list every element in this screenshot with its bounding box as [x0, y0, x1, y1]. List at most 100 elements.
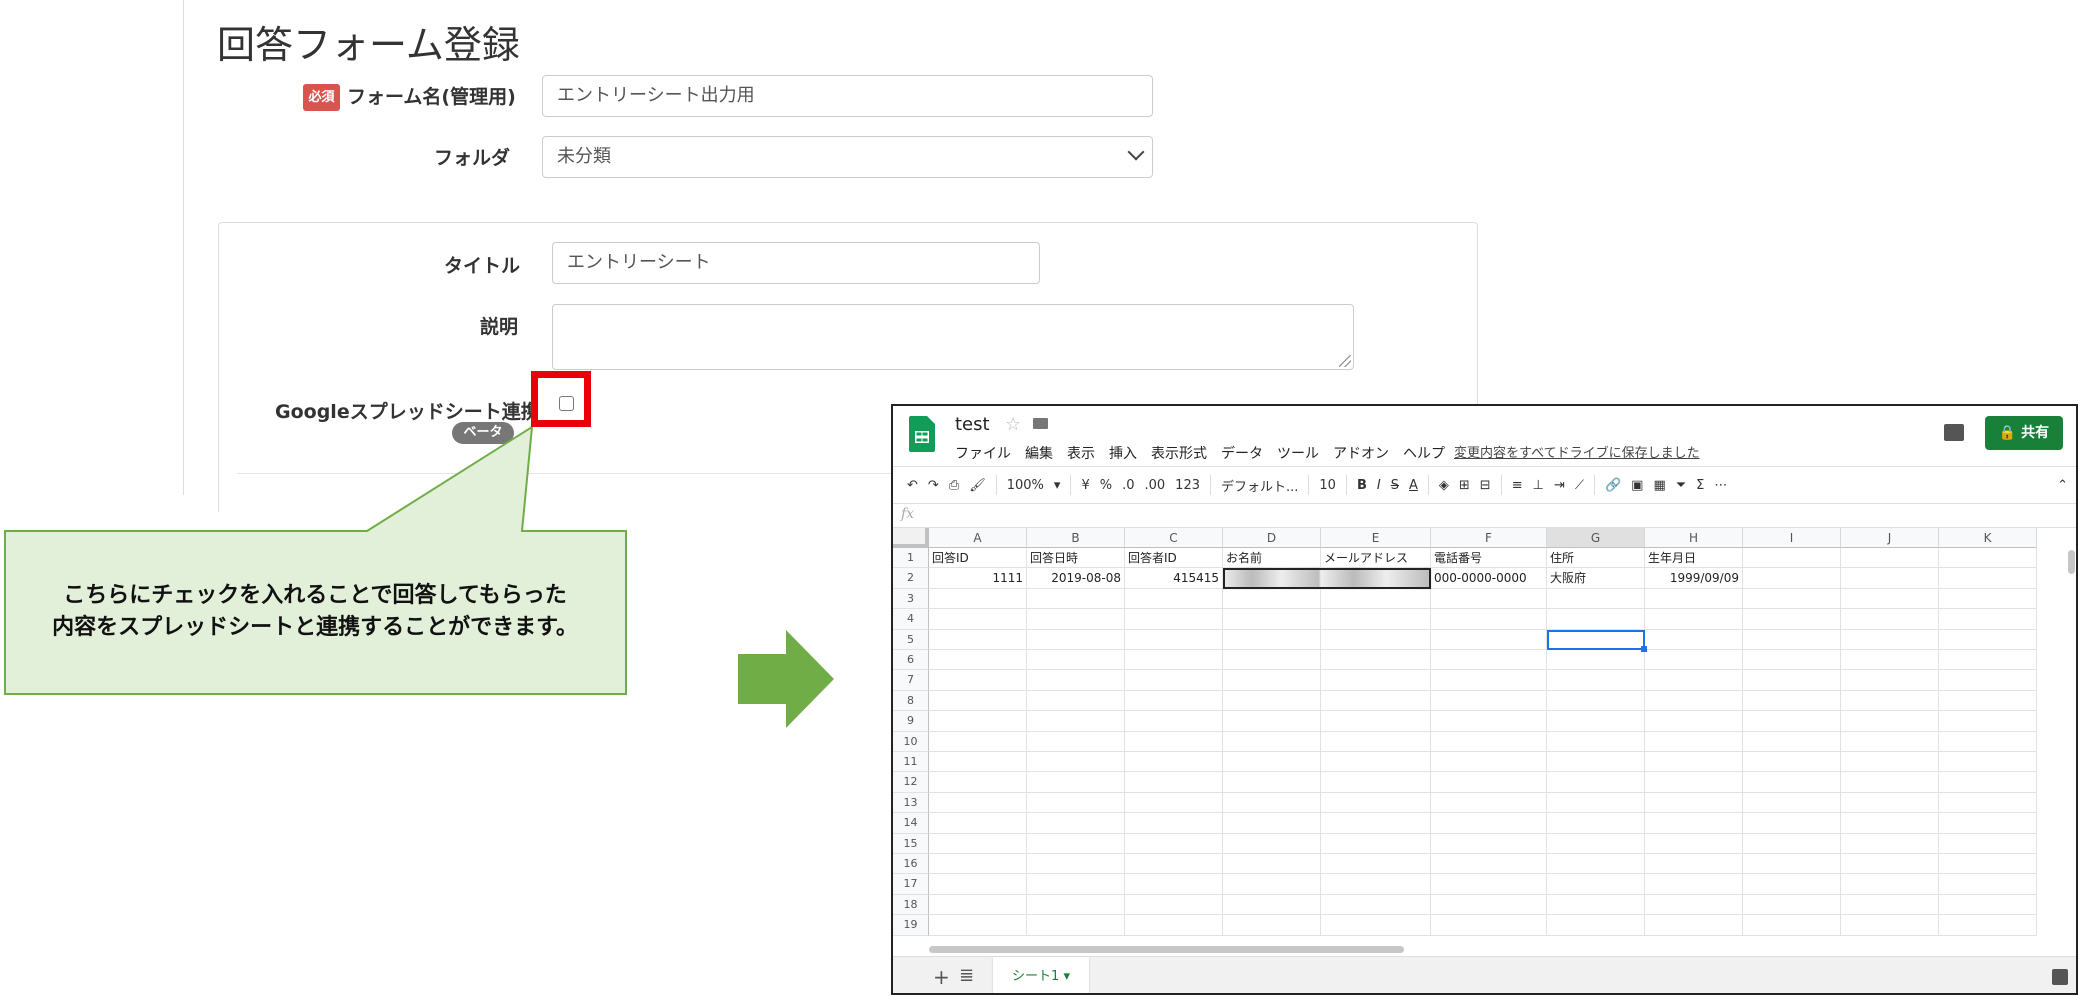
table-cell[interactable]: 生年月日	[1645, 548, 1743, 569]
table-cell[interactable]	[929, 650, 1027, 671]
table-cell[interactable]	[1321, 915, 1431, 936]
table-cell[interactable]	[1939, 874, 2037, 895]
table-cell[interactable]	[1645, 670, 1743, 691]
menu-edit[interactable]: 編集	[1025, 443, 1053, 463]
row-header[interactable]: 12	[893, 772, 929, 793]
table-cell[interactable]	[1645, 731, 1743, 752]
table-cell[interactable]	[929, 792, 1027, 814]
table-cell[interactable]	[1939, 629, 2037, 650]
table-cell[interactable]	[1223, 833, 1321, 854]
table-cell[interactable]	[1547, 792, 1645, 814]
font-select[interactable]: デフォルト...	[1221, 476, 1298, 495]
table-cell[interactable]	[1223, 772, 1321, 793]
table-cell[interactable]	[1743, 609, 1841, 630]
table-cell[interactable]	[1939, 650, 2037, 671]
table-cell[interactable]	[1841, 813, 1939, 834]
table-cell[interactable]	[1547, 915, 1645, 936]
table-cell[interactable]	[1431, 833, 1547, 854]
bold-button[interactable]: B	[1357, 478, 1367, 493]
table-cell[interactable]	[1743, 792, 1841, 814]
table-cell[interactable]: 1111	[929, 568, 1027, 589]
undo-icon[interactable]: ↶	[907, 478, 918, 493]
table-cell[interactable]	[1939, 690, 2037, 712]
text-wrap-icon[interactable]: ⇥	[1554, 478, 1565, 493]
table-cell[interactable]	[1939, 711, 2037, 732]
table-cell[interactable]	[1841, 752, 1939, 773]
text-rotate-icon[interactable]: ⟋	[1575, 478, 1584, 493]
row-header[interactable]: 13	[893, 792, 929, 814]
column-header[interactable]: G	[1547, 528, 1645, 548]
table-cell[interactable]: 415415	[1125, 568, 1223, 589]
table-cell[interactable]	[1431, 792, 1547, 814]
table-cell[interactable]	[1841, 670, 1939, 691]
table-cell[interactable]	[1939, 772, 2037, 793]
table-cell[interactable]	[1431, 711, 1547, 732]
column-header[interactable]: C	[1125, 528, 1223, 548]
table-cell[interactable]	[1431, 772, 1547, 793]
row-header[interactable]: 4	[893, 609, 929, 630]
font-size-select[interactable]: 10	[1319, 478, 1336, 493]
table-cell[interactable]	[1939, 752, 2037, 773]
column-header[interactable]: I	[1743, 528, 1841, 548]
menu-format[interactable]: 表示形式	[1151, 443, 1207, 463]
column-header[interactable]: D	[1223, 528, 1321, 548]
explore-icon[interactable]	[2052, 969, 2068, 985]
formula-bar[interactable]: fx	[893, 504, 2076, 528]
chevron-up-icon[interactable]: ⌃	[2057, 478, 2068, 493]
table-cell[interactable]	[1743, 813, 1841, 834]
row-header[interactable]: 11	[893, 752, 929, 773]
table-cell[interactable]	[1027, 833, 1125, 854]
row-header[interactable]: 16	[893, 854, 929, 875]
table-cell[interactable]	[1431, 854, 1547, 875]
table-cell[interactable]	[929, 629, 1027, 650]
paint-format-icon[interactable]: 🖌	[969, 478, 986, 493]
table-cell[interactable]	[1027, 731, 1125, 752]
table-cell[interactable]	[1841, 792, 1939, 814]
table-cell[interactable]	[1939, 548, 2037, 569]
table-cell[interactable]	[1027, 813, 1125, 834]
table-cell[interactable]: 回答日時	[1027, 548, 1125, 569]
align-left-icon[interactable]: ≡	[1512, 478, 1523, 493]
table-cell[interactable]: 住所	[1547, 548, 1645, 569]
table-cell[interactable]	[1939, 609, 2037, 630]
table-cell[interactable]	[1027, 711, 1125, 732]
row-header[interactable]: 3	[893, 588, 929, 610]
table-cell[interactable]	[1125, 670, 1223, 691]
table-cell[interactable]: 大阪府	[1547, 568, 1645, 589]
table-cell[interactable]	[1939, 568, 2037, 589]
table-cell[interactable]	[1743, 588, 1841, 610]
table-cell[interactable]: 1999/09/09	[1645, 568, 1743, 589]
table-cell[interactable]	[1645, 894, 1743, 916]
table-cell[interactable]	[1645, 711, 1743, 732]
table-cell[interactable]	[1321, 792, 1431, 814]
table-cell[interactable]	[1321, 854, 1431, 875]
table-cell[interactable]	[1125, 609, 1223, 630]
table-cell[interactable]	[1027, 792, 1125, 814]
share-button[interactable]: 🔒 共有	[1985, 416, 2063, 450]
table-cell[interactable]	[1939, 731, 2037, 752]
table-cell[interactable]	[1125, 772, 1223, 793]
table-cell[interactable]: お名前	[1223, 548, 1321, 569]
table-cell[interactable]	[1547, 650, 1645, 671]
column-header[interactable]: F	[1431, 528, 1547, 548]
table-cell[interactable]	[1223, 609, 1321, 630]
table-cell[interactable]	[1547, 711, 1645, 732]
table-cell[interactable]: 000-0000-0000	[1431, 568, 1547, 589]
table-cell[interactable]	[1223, 650, 1321, 671]
comment-icon[interactable]	[1944, 424, 1964, 441]
table-cell[interactable]	[1125, 690, 1223, 712]
fill-color-icon[interactable]: ◈	[1439, 478, 1449, 493]
table-cell[interactable]	[929, 772, 1027, 793]
fill-handle[interactable]	[1641, 646, 1647, 652]
table-cell[interactable]	[929, 813, 1027, 834]
table-cell[interactable]	[1547, 854, 1645, 875]
menu-tools[interactable]: ツール	[1277, 443, 1319, 463]
table-cell[interactable]	[1223, 874, 1321, 895]
table-cell[interactable]	[1027, 609, 1125, 630]
table-cell[interactable]	[1743, 711, 1841, 732]
table-cell[interactable]	[929, 915, 1027, 936]
table-cell[interactable]	[1321, 609, 1431, 630]
table-cell[interactable]	[1547, 588, 1645, 610]
table-cell[interactable]	[1645, 915, 1743, 936]
table-cell[interactable]	[1431, 588, 1547, 610]
